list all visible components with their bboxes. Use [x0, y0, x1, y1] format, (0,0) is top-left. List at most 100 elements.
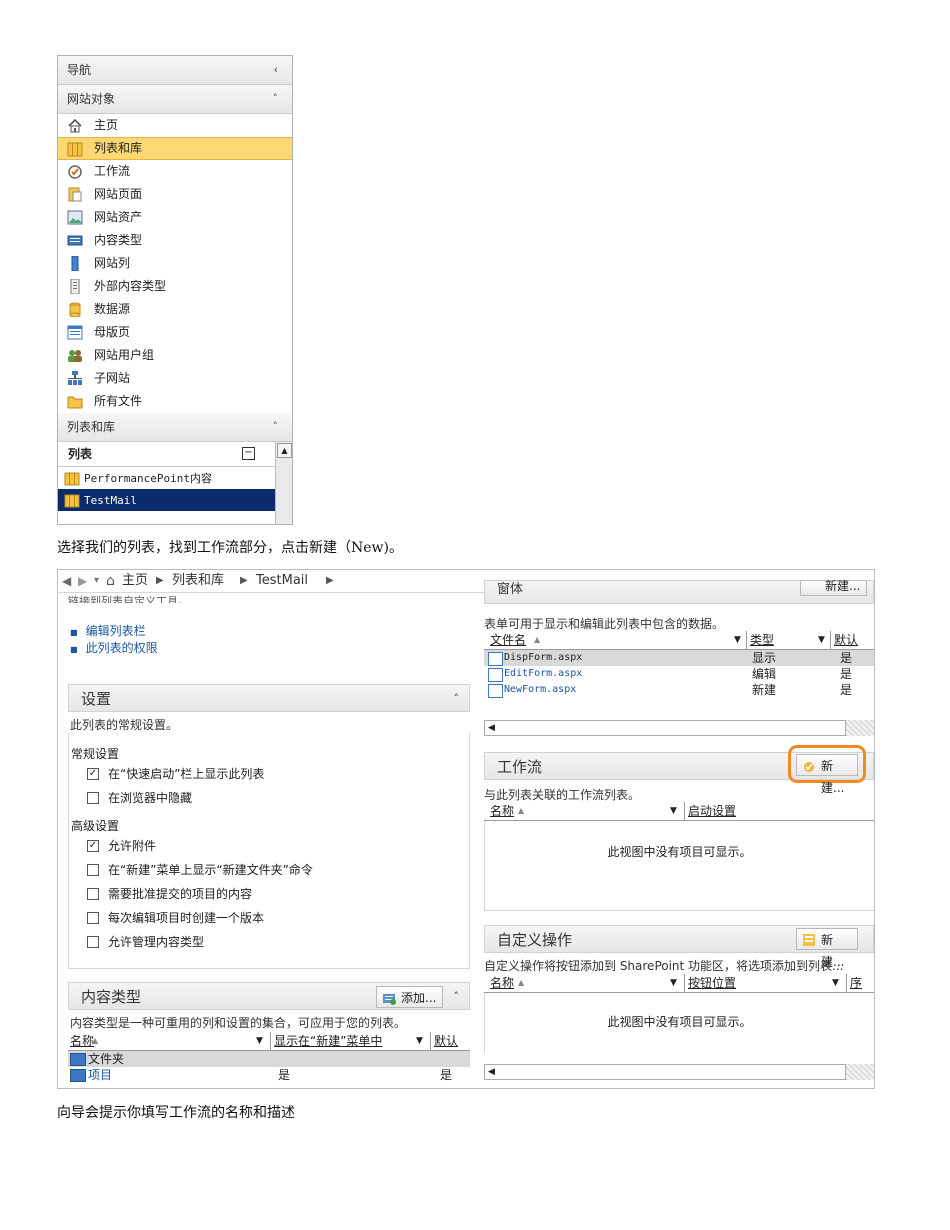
site-objects-header[interactable]: 网站对象 ˄: [58, 85, 292, 114]
settings-option[interactable]: ✓ 在“快速启动”栏上显示此列表: [87, 766, 264, 790]
settings-option[interactable]: 每次编辑项目时创建一个版本: [87, 910, 313, 934]
content-types-desc: 内容类型是一种可重用的列和设置的集合，可应用于您的列表。: [70, 1016, 407, 1030]
nav-item-external-content[interactable]: 外部内容类型: [58, 275, 292, 298]
table-row[interactable]: 项目 是 是: [68, 1067, 470, 1083]
option-label: 每次编辑项目时创建一个版本: [108, 911, 265, 925]
chevron-up-icon[interactable]: ˄: [273, 85, 279, 113]
filter-dropdown-icon[interactable]: ▼: [734, 631, 741, 649]
collapse-left-icon[interactable]: ‹: [274, 56, 278, 84]
lists-libraries-title: 列表和库: [67, 420, 116, 434]
checkbox[interactable]: [87, 935, 99, 948]
col-start-settings[interactable]: 启动设置: [684, 802, 736, 820]
nav-item-data-source[interactable]: 数据源: [58, 298, 292, 321]
nav-item-master-page[interactable]: 母版页: [58, 321, 292, 344]
option-label: 允许附件: [108, 839, 157, 853]
col-button-position[interactable]: 按钮位置: [684, 974, 736, 992]
collapse-section-icon[interactable]: −: [242, 447, 255, 460]
checkbox[interactable]: [87, 791, 99, 804]
col-file-name[interactable]: 文件名: [490, 631, 526, 649]
cell-file: EditForm.aspx: [504, 668, 583, 679]
col-name[interactable]: 名称: [490, 974, 514, 992]
list-item[interactable]: TestMail: [58, 489, 275, 511]
nav-item-workflow[interactable]: 工作流: [58, 160, 292, 183]
custom-actions-empty-text: 此视图中没有项目可显示。: [607, 1015, 752, 1029]
nav-item-site-pages[interactable]: 网站页面: [58, 183, 292, 206]
checkbox[interactable]: ✓: [87, 839, 99, 852]
new-workflow-button[interactable]: 新建...: [796, 754, 858, 795]
scroll-left-icon[interactable]: ◀: [488, 1067, 495, 1077]
filter-dropdown-icon[interactable]: ▼: [670, 974, 677, 992]
vertical-scrollbar[interactable]: ▲: [275, 442, 292, 524]
forward-arrow-icon[interactable]: ▶: [78, 570, 87, 592]
link-edit-columns[interactable]: ■ 编辑列表栏: [70, 622, 158, 639]
nav-item-folder[interactable]: 所有文件: [58, 390, 292, 413]
back-arrow-icon[interactable]: ◀: [62, 570, 71, 592]
breadcrumb-lists[interactable]: 列表和库: [172, 570, 224, 592]
nav-item-site-assets[interactable]: 网站资产: [58, 206, 292, 229]
checkbox[interactable]: [87, 887, 99, 900]
settings-title: 设置: [81, 690, 112, 708]
col-default[interactable]: 默认: [830, 631, 858, 649]
settings-header[interactable]: 设置 ˄: [68, 684, 470, 712]
scroll-up-icon[interactable]: ▲: [277, 443, 292, 458]
checkbox[interactable]: ✓: [87, 767, 99, 780]
new-form-button[interactable]: 新建...: [800, 580, 868, 596]
col-default[interactable]: 默认: [430, 1032, 458, 1050]
nav-item-content-types[interactable]: 内容类型: [58, 229, 292, 252]
settings-option[interactable]: 在“新建”菜单上显示“新建文件夹”命令: [87, 862, 313, 886]
table-row[interactable]: EditForm.aspx 编辑 是: [484, 666, 874, 682]
sort-asc-icon: ▲: [518, 806, 525, 815]
sort-asc-icon: ▲: [518, 978, 525, 987]
col-type[interactable]: 类型: [746, 631, 774, 649]
col-name[interactable]: 名称: [70, 1032, 94, 1050]
nav-header: 导航 ‹: [58, 56, 292, 85]
nav-item-label: 子网站: [94, 371, 131, 385]
settings-option[interactable]: 需要批准提交的项目的内容: [87, 886, 313, 910]
nav-item-home[interactable]: 主页: [58, 114, 292, 137]
lists-section-header[interactable]: 列表 −: [58, 442, 275, 467]
option-label: 在“快速启动”栏上显示此列表: [108, 767, 265, 781]
filter-dropdown-icon[interactable]: ▼: [818, 631, 825, 649]
workflow-new-icon: [802, 758, 816, 772]
breadcrumb-home[interactable]: 主页: [122, 570, 148, 592]
filter-dropdown-icon[interactable]: ▼: [670, 802, 677, 820]
col-name[interactable]: 名称: [490, 802, 514, 820]
forms-horizontal-scrollbar[interactable]: ◀: [484, 720, 846, 736]
link-permissions[interactable]: ■ 此列表的权限: [70, 639, 158, 656]
settings-option[interactable]: ✓ 允许附件: [87, 838, 313, 862]
chevron-up-icon[interactable]: ˄: [273, 413, 279, 441]
workflows-title: 工作流: [497, 758, 543, 776]
custom-actions-horizontal-scrollbar[interactable]: ◀: [484, 1064, 846, 1080]
table-row[interactable]: 文件夹: [68, 1051, 470, 1067]
general-settings-list: ✓ 在“快速启动”栏上显示此列表在浏览器中隐藏: [87, 766, 264, 814]
chevron-up-icon[interactable]: ˄: [454, 983, 460, 1011]
history-dropdown-icon[interactable]: ▾: [94, 570, 99, 592]
list-item[interactable]: PerformancePoint内容: [58, 467, 275, 489]
lists-libraries-header[interactable]: 列表和库 ˄: [58, 413, 292, 442]
filter-dropdown-icon[interactable]: ▼: [256, 1032, 263, 1050]
nav-item-site-columns[interactable]: 网站列: [58, 252, 292, 275]
cell-file: DispForm.aspx: [504, 652, 583, 663]
settings-option[interactable]: 在浏览器中隐藏: [87, 790, 264, 814]
col-sequence[interactable]: 序: [846, 974, 862, 992]
settings-option[interactable]: 允许管理内容类型: [87, 934, 313, 958]
filter-dropdown-icon[interactable]: ▼: [832, 974, 839, 992]
table-row[interactable]: DispForm.aspx 显示 是: [484, 650, 874, 666]
table-row[interactable]: NewForm.aspx 新建 是: [484, 682, 874, 698]
list-icon: [64, 493, 80, 508]
navigation-pane: 导航 ‹ 网站对象 ˄ 主页 列表和库 工作流 网站页面 网站资产 内容类型 网站列 外部内容…: [57, 55, 293, 525]
checkbox[interactable]: [87, 911, 99, 924]
add-content-type-button[interactable]: 添加...: [376, 986, 444, 1008]
nav-item-site-groups[interactable]: 网站用户组: [58, 344, 292, 367]
chevron-up-icon[interactable]: ˄: [454, 685, 460, 713]
new-custom-action-button[interactable]: 新建...: [796, 928, 858, 969]
scroll-left-icon[interactable]: ◀: [488, 723, 495, 733]
checkbox[interactable]: [87, 863, 99, 876]
nav-item-subsites[interactable]: 子网站: [58, 367, 292, 390]
filter-dropdown-icon[interactable]: ▼: [416, 1032, 423, 1050]
col-show-in-menu[interactable]: 显示在“新建”菜单中: [270, 1032, 382, 1050]
option-label: 需要批准提交的项目的内容: [108, 887, 253, 901]
form-file-icon: [488, 652, 503, 666]
nav-item-list-library[interactable]: 列表和库: [58, 137, 292, 160]
breadcrumb-list[interactable]: TestMail: [256, 570, 308, 592]
